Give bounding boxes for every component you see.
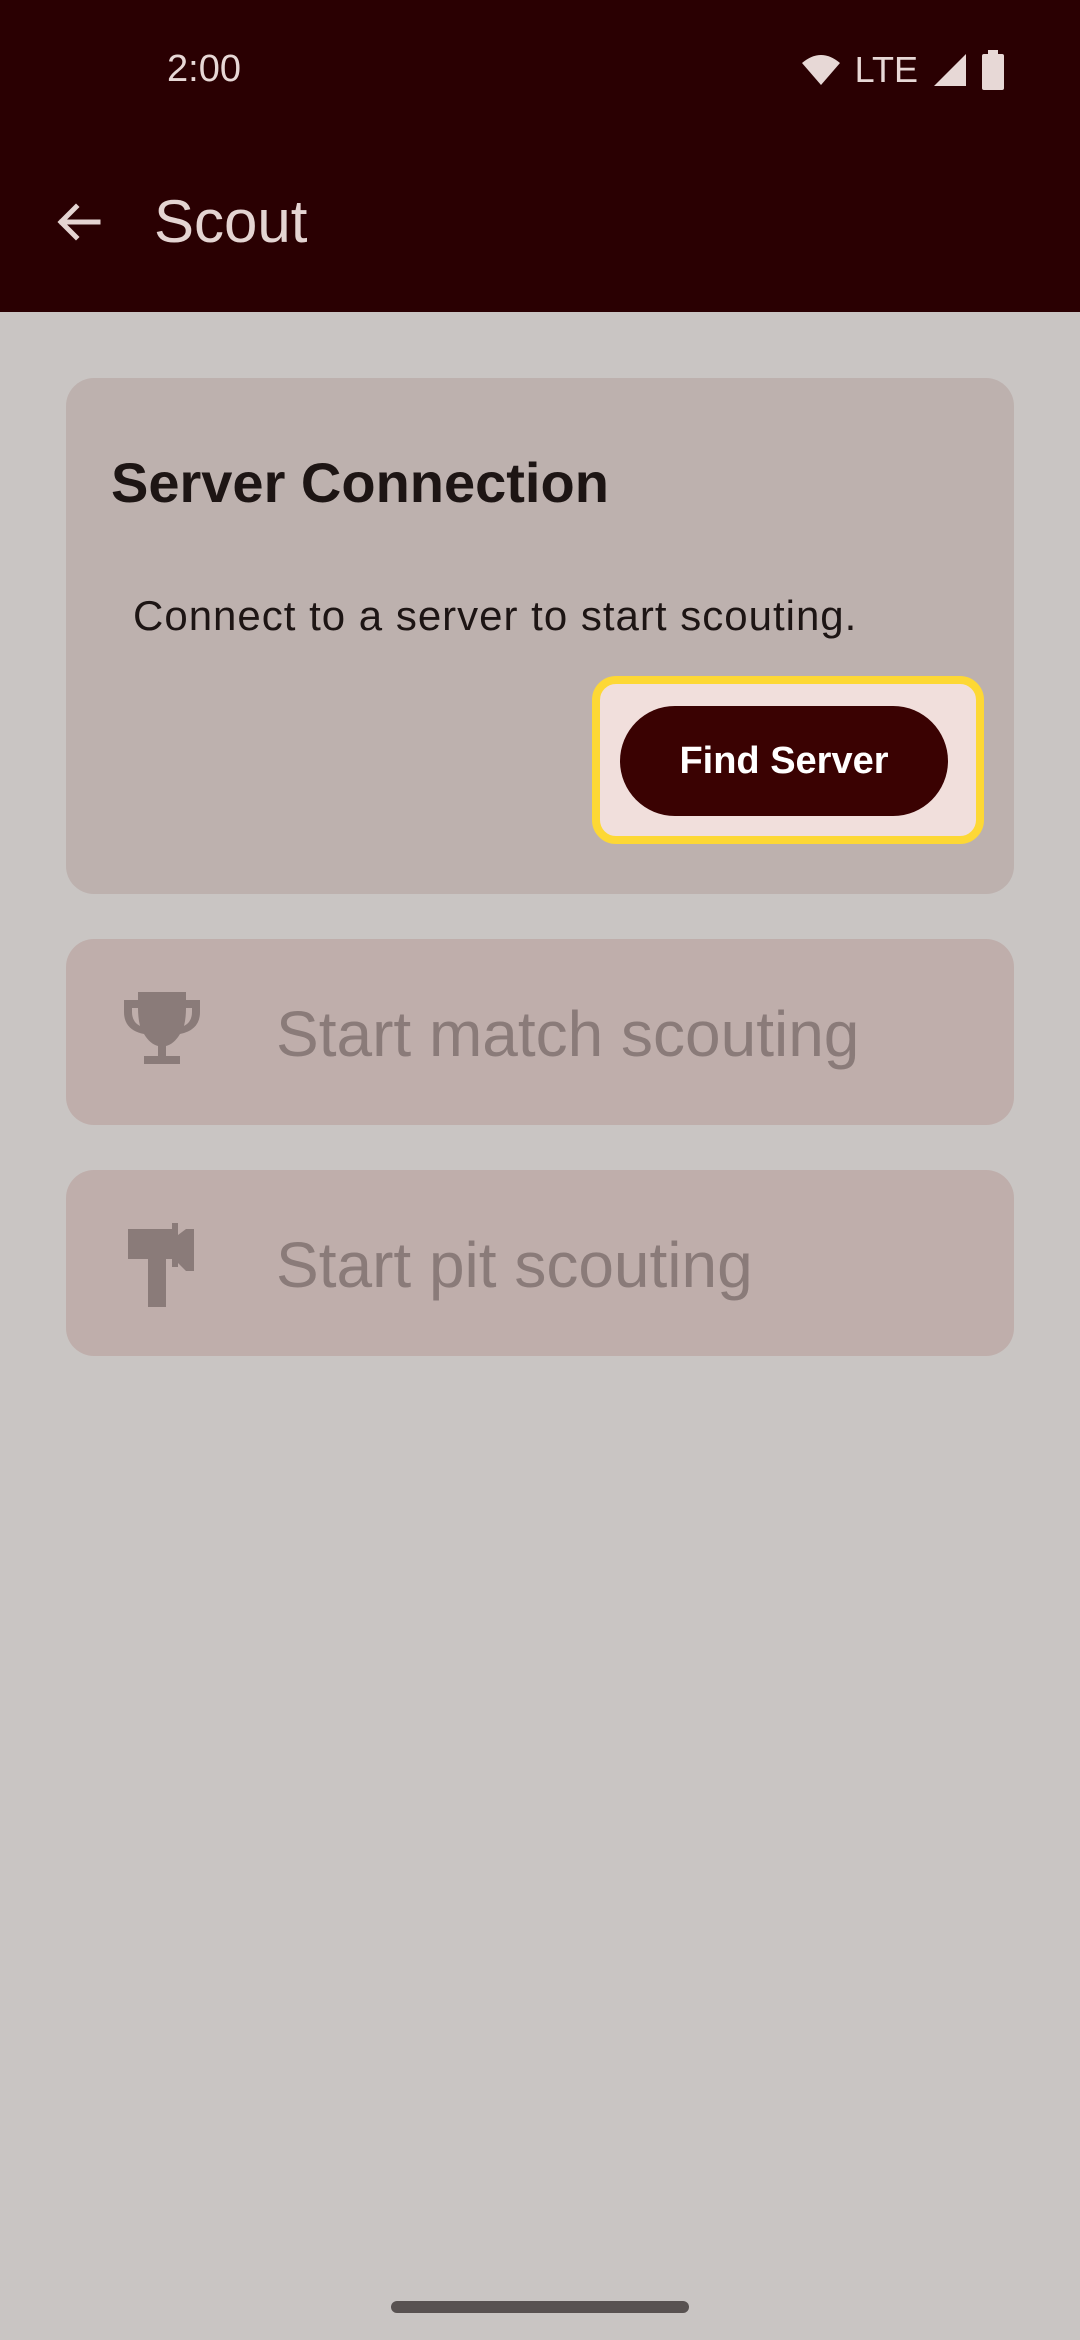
start-pit-scouting-button[interactable]: Start pit scouting: [66, 1170, 1014, 1356]
signal-icon: [932, 52, 968, 88]
trophy-icon: [124, 992, 200, 1064]
home-indicator[interactable]: [391, 2301, 689, 2313]
battery-icon: [982, 50, 1004, 90]
find-server-button[interactable]: Find Server: [620, 706, 948, 816]
wifi-icon: [801, 53, 841, 87]
top-bar: 2:00 LTE Scout: [0, 0, 1080, 312]
page-title: Scout: [154, 188, 308, 255]
status-icons: LTE: [801, 48, 1004, 92]
find-server-highlight: Find Server: [592, 676, 984, 844]
server-connection-title: Server Connection: [111, 451, 609, 514]
network-type: LTE: [854, 49, 918, 90]
server-connection-card: Server Connection Connect to a server to…: [66, 378, 1014, 894]
arrow-back-icon: [57, 203, 101, 241]
back-button[interactable]: [48, 192, 108, 252]
start-pit-scouting-label: Start pit scouting: [276, 1229, 753, 1301]
hammer-icon: [128, 1223, 194, 1307]
status-time: 2:00: [167, 48, 241, 90]
start-match-scouting-button[interactable]: Start match scouting: [66, 939, 1014, 1125]
server-connection-description: Connect to a server to start scouting.: [133, 592, 858, 639]
start-match-scouting-label: Start match scouting: [276, 998, 860, 1070]
